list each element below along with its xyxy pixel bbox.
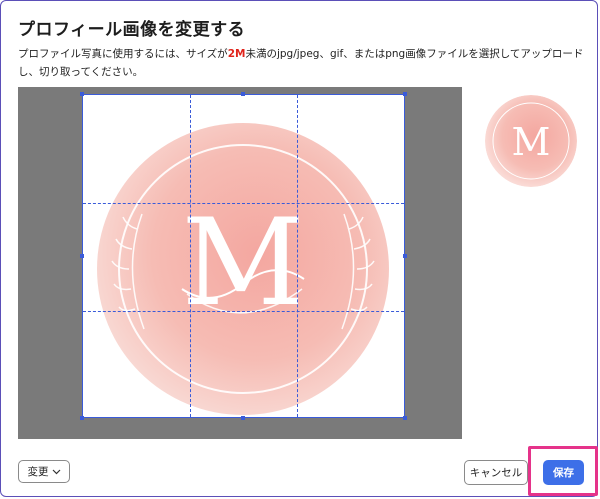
crop-frame[interactable] bbox=[80, 92, 407, 420]
save-button-label: 保存 bbox=[553, 467, 574, 479]
dialog-description: プロファイル写真に使用するには、サイズが2M未満のjpg/jpeg、gif、また… bbox=[18, 45, 584, 81]
preview-image: M bbox=[485, 95, 577, 187]
guide-line-horizontal-2 bbox=[83, 311, 404, 312]
crop-handle-left[interactable] bbox=[80, 254, 84, 258]
preview-monogram-letter: M bbox=[512, 120, 551, 164]
crop-handle-right[interactable] bbox=[403, 254, 407, 258]
size-limit-text: 2M bbox=[227, 48, 246, 60]
cancel-button[interactable]: キャンセル bbox=[464, 460, 528, 485]
profile-image-dialog: プロフィール画像を変更する プロファイル写真に使用するには、サイズが2M未満のj… bbox=[0, 0, 598, 497]
change-button-label: 変更 bbox=[27, 466, 49, 478]
change-button[interactable]: 変更 bbox=[18, 460, 70, 483]
dialog-title: プロフィール画像を変更する bbox=[18, 20, 246, 40]
save-button[interactable]: 保存 bbox=[543, 460, 584, 485]
crop-handle-bottom-left[interactable] bbox=[80, 416, 84, 420]
crop-handle-top-left[interactable] bbox=[80, 92, 84, 96]
chevron-down-icon bbox=[52, 466, 61, 478]
guide-line-vertical-1 bbox=[190, 95, 191, 417]
crop-handle-top-right[interactable] bbox=[403, 92, 407, 96]
crop-handle-bottom-right[interactable] bbox=[403, 416, 407, 420]
cancel-button-label: キャンセル bbox=[469, 467, 523, 479]
avatar-preview: M bbox=[485, 95, 577, 187]
crop-handle-bottom[interactable] bbox=[241, 416, 245, 420]
guide-line-horizontal-1 bbox=[83, 203, 404, 204]
crop-handle-top[interactable] bbox=[241, 92, 245, 96]
guide-line-vertical-2 bbox=[297, 95, 298, 417]
description-text-pre: プロファイル写真に使用するには、サイズが bbox=[18, 48, 228, 60]
